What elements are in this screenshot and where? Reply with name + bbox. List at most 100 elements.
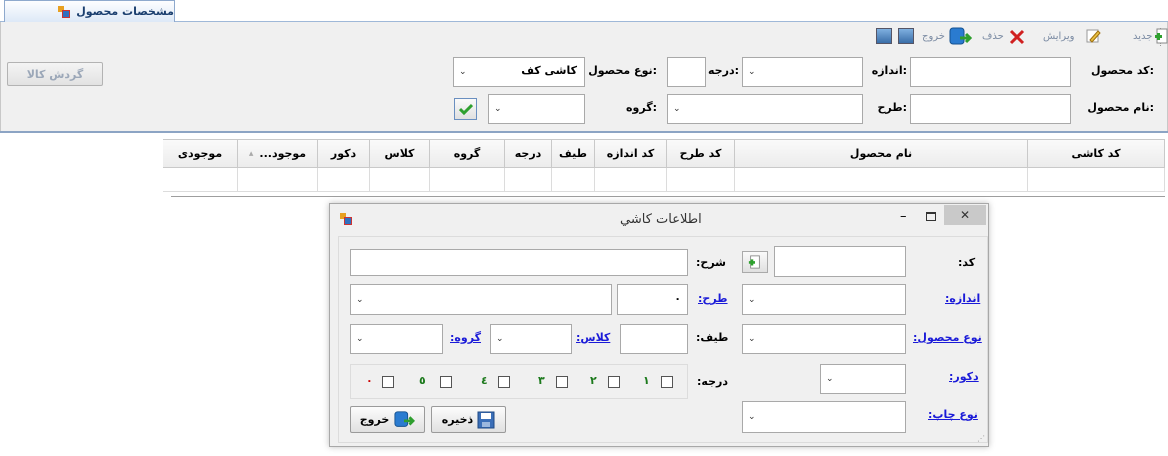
design-link[interactable]: طرح: bbox=[698, 292, 728, 305]
print-type-select[interactable]: ⌄ bbox=[742, 401, 906, 433]
class-link[interactable]: كلاس: bbox=[576, 331, 610, 344]
delete-button[interactable]: حذف bbox=[982, 29, 1004, 42]
tab-strip bbox=[0, 0, 1168, 22]
exit-label: خروج bbox=[359, 413, 390, 426]
delete-icon[interactable] bbox=[1008, 28, 1026, 46]
tab-title: مشخصات محصول bbox=[76, 5, 174, 18]
group-select[interactable]: ⌄ bbox=[350, 324, 443, 354]
group-select[interactable]: ⌄ bbox=[488, 94, 585, 124]
code-input[interactable] bbox=[774, 246, 906, 277]
size-link[interactable]: اندازه: bbox=[945, 292, 980, 305]
product-type-link[interactable]: نوع محصول: bbox=[913, 331, 982, 344]
minimize-icon[interactable]: – bbox=[900, 209, 907, 224]
product-type-value: كاشى كف bbox=[521, 64, 577, 77]
new-button[interactable]: جديد bbox=[1133, 28, 1168, 44]
column-header[interactable]: موجود... ▴ bbox=[238, 139, 318, 168]
product-code-label: كد محصول: bbox=[1090, 64, 1154, 77]
grade-2-checkbox[interactable] bbox=[608, 376, 620, 388]
image-icon[interactable] bbox=[898, 28, 914, 44]
table-cell[interactable] bbox=[735, 168, 1028, 192]
column-header[interactable]: نام محصول bbox=[735, 139, 1028, 168]
column-header[interactable]: كد كاشى bbox=[1028, 139, 1165, 168]
grade-input[interactable] bbox=[667, 57, 706, 87]
column-header[interactable]: دكور bbox=[318, 139, 370, 168]
column-header[interactable]: موجودى bbox=[163, 139, 238, 168]
chevron-down-icon: ⌄ bbox=[748, 294, 756, 305]
group-link[interactable]: گروه: bbox=[450, 331, 481, 344]
close-icon[interactable]: ✕ bbox=[944, 205, 986, 225]
grid-bottom-border bbox=[171, 196, 1165, 197]
apply-filter-button[interactable] bbox=[454, 98, 477, 120]
table-cell[interactable] bbox=[163, 168, 238, 192]
delete-label: حذف bbox=[982, 31, 1004, 42]
design-select[interactable]: ⌄ bbox=[350, 284, 612, 315]
edit-icon[interactable] bbox=[1085, 28, 1101, 44]
product-code-input[interactable] bbox=[910, 57, 1071, 87]
column-header[interactable]: گروه bbox=[430, 139, 505, 168]
chevron-down-icon: ⌄ bbox=[356, 294, 364, 305]
tab-product-specs[interactable]: مشخصات محصول bbox=[4, 0, 175, 22]
products-grid[interactable]: كد كاشى نام محصول كد طرح كد اندازه طيف درجه گر… bbox=[163, 139, 1165, 197]
table-cell[interactable] bbox=[667, 168, 735, 192]
goods-flow-button[interactable]: گردش كالا bbox=[7, 62, 103, 86]
code-label: كد: bbox=[958, 256, 976, 269]
grade-1-checkbox[interactable] bbox=[661, 376, 673, 388]
table-cell[interactable] bbox=[238, 168, 318, 192]
edit-button[interactable]: ويرايش bbox=[1043, 29, 1074, 42]
grade-0-checkbox[interactable] bbox=[382, 376, 394, 388]
description-input[interactable] bbox=[350, 249, 688, 276]
size-select[interactable]: ⌄ bbox=[742, 57, 863, 87]
new-document-icon bbox=[1155, 28, 1168, 44]
chevron-down-icon: ⌄ bbox=[748, 334, 756, 344]
decor-select[interactable]: ⌄ bbox=[820, 364, 906, 394]
exit-icon[interactable] bbox=[948, 26, 973, 48]
shade-input[interactable] bbox=[620, 324, 688, 354]
product-name-input[interactable] bbox=[910, 94, 1071, 124]
column-header[interactable]: كد طرح bbox=[667, 139, 735, 168]
table-cell[interactable] bbox=[595, 168, 667, 192]
size-label: اندازه: bbox=[871, 64, 907, 77]
exit-button[interactable]: خروج bbox=[350, 406, 425, 433]
column-header[interactable]: كد اندازه bbox=[595, 139, 667, 168]
chevron-down-icon: ⌄ bbox=[356, 334, 364, 344]
grade-5-label: ٥ bbox=[419, 374, 426, 387]
grade-1-label: ١ bbox=[643, 374, 650, 387]
design-value: ٠ bbox=[674, 292, 681, 305]
column-header[interactable]: درجه bbox=[505, 139, 552, 168]
table-cell[interactable] bbox=[318, 168, 370, 192]
column-header[interactable]: كلاس bbox=[370, 139, 430, 168]
image-icon-2[interactable] bbox=[876, 28, 892, 44]
new-code-button[interactable] bbox=[742, 251, 768, 273]
exit-button[interactable]: خروج bbox=[922, 29, 945, 42]
class-select[interactable]: ⌄ bbox=[490, 324, 572, 354]
grade-3-label: ٣ bbox=[538, 374, 545, 387]
design-input[interactable]: ٠ bbox=[617, 284, 688, 315]
grade-3-checkbox[interactable] bbox=[556, 376, 568, 388]
chevron-down-icon: ⌄ bbox=[494, 104, 502, 114]
tile-info-dialog: اطلاعات كاشي – ✕ كد: شرح: اندازه: ⌄ طرح:… bbox=[329, 203, 989, 447]
save-button[interactable]: ذخيره bbox=[431, 406, 506, 433]
table-cell[interactable] bbox=[505, 168, 552, 192]
column-header[interactable]: طيف bbox=[552, 139, 595, 168]
product-type-select[interactable]: ⌄ bbox=[742, 324, 906, 354]
size-select[interactable]: ⌄ bbox=[742, 284, 906, 315]
maximize-icon[interactable] bbox=[926, 212, 936, 221]
resize-grip-icon[interactable]: ⋰ bbox=[977, 434, 985, 443]
table-cell[interactable] bbox=[370, 168, 430, 192]
table-cell[interactable] bbox=[552, 168, 595, 192]
grade-label: درجه: bbox=[697, 375, 728, 388]
table-cell[interactable] bbox=[1028, 168, 1165, 192]
table-cell[interactable] bbox=[430, 168, 505, 192]
decor-link[interactable]: دكور: bbox=[949, 370, 979, 383]
exit-label: خروج bbox=[922, 31, 945, 42]
description-label: شرح: bbox=[696, 256, 726, 269]
new-document-icon bbox=[748, 255, 760, 269]
floppy-disk-icon bbox=[477, 411, 495, 428]
product-type-select[interactable]: كاشى كف ⌄ bbox=[453, 57, 585, 87]
design-select[interactable]: ⌄ bbox=[667, 94, 863, 124]
grade-4-checkbox[interactable] bbox=[498, 376, 510, 388]
group-label: گروه: bbox=[626, 101, 657, 114]
dialog-titlebar[interactable]: اطلاعات كاشي – ✕ bbox=[330, 204, 988, 234]
grade-5-checkbox[interactable] bbox=[440, 376, 452, 388]
print-type-link[interactable]: نوع چاپ: bbox=[928, 408, 978, 421]
